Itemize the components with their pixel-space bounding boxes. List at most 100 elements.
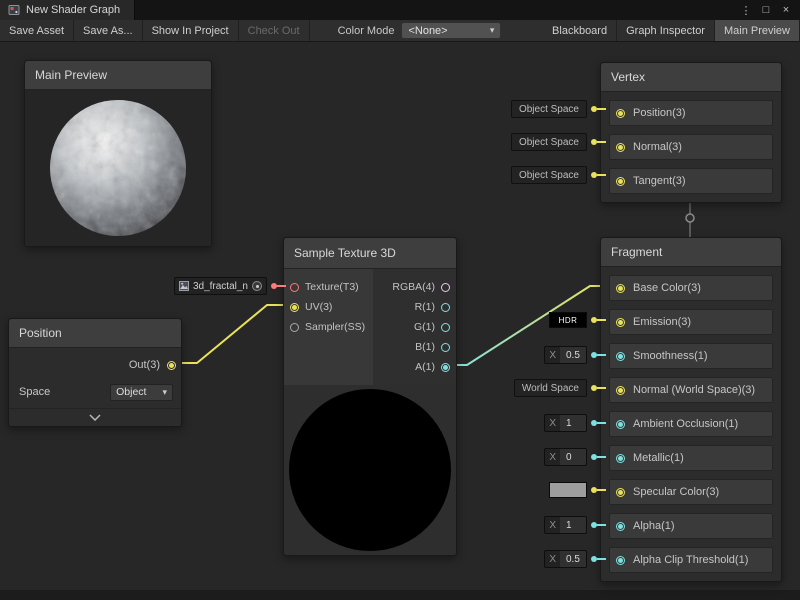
texture-input-port[interactable] (290, 283, 299, 292)
fragment-row-smoothness[interactable]: Smoothness(1) (609, 343, 773, 369)
vertex-row-normal[interactable]: Normal(3) (609, 134, 773, 160)
save-as-button[interactable]: Save As... (74, 20, 143, 41)
main-preview-title[interactable]: Main Preview (25, 61, 211, 90)
float-field[interactable]: X 0 (544, 448, 587, 466)
maximize-icon[interactable]: □ (756, 1, 776, 19)
binding-wire-stub (597, 174, 606, 176)
shader-graph-toolbar: Save Asset Save As... Show In Project Ch… (0, 20, 800, 42)
color-swatch[interactable] (549, 482, 587, 498)
metallic-input-port[interactable] (616, 454, 625, 463)
color-mode-label: Color Mode (338, 25, 395, 37)
normal-input-port[interactable] (616, 143, 625, 152)
fragment-row-alpha[interactable]: Alpha(1) (609, 513, 773, 539)
output-r[interactable]: R(1) (415, 297, 450, 317)
object-picker-icon[interactable] (252, 281, 262, 291)
port-label: RGBA(4) (392, 281, 435, 293)
float-field-value[interactable]: 0.5 (560, 347, 586, 363)
graph-canvas[interactable]: Main Preview (0, 42, 800, 600)
texture-name: 3d_fractal_n (193, 281, 248, 292)
fragment-row-metallic[interactable]: Metallic(1) (609, 445, 773, 471)
main-preview-panel[interactable]: Main Preview (24, 60, 212, 247)
node-collapse-expander[interactable] (9, 408, 181, 426)
graph-inspector-toggle-button[interactable]: Graph Inspector (617, 20, 715, 41)
fragment-row-emission[interactable]: Emission(3) (609, 309, 773, 335)
sampler-input-port[interactable] (290, 323, 299, 332)
binding-wire-stub (597, 387, 606, 389)
smoothness-input-port[interactable] (616, 352, 625, 361)
vertex-node[interactable]: Vertex Position(3) Normal(3) Tangent(3) (600, 62, 782, 203)
float-field[interactable]: X 0.5 (544, 550, 587, 568)
alpha-input-port[interactable] (616, 522, 625, 531)
normal-world-input-port[interactable] (616, 386, 625, 395)
float-field[interactable]: X 1 (544, 414, 587, 432)
fragment-node[interactable]: Fragment Base Color(3) Emission(3) Smoot… (600, 237, 782, 582)
port-label: Ambient Occlusion(1) (633, 418, 738, 430)
tangent-input-port[interactable] (616, 177, 625, 186)
color-mode-dropdown[interactable]: <None> ▾ (401, 22, 501, 39)
space-dropdown[interactable]: Object ▾ (110, 384, 173, 401)
edge-position-out-to-uv[interactable] (170, 305, 292, 363)
vertex-position-binding: Object Space (511, 100, 606, 118)
hdr-color-swatch[interactable]: HDR (549, 312, 587, 328)
sample-node-outputs: RGBA(4) R(1) G(1) B(1) A(1) (373, 269, 456, 385)
emission-hdr-control: HDR (549, 312, 606, 328)
input-sampler[interactable]: Sampler(SS) (290, 317, 373, 337)
output-a[interactable]: A(1) (415, 357, 450, 377)
g-output-port[interactable] (441, 323, 450, 332)
fragment-node-title[interactable]: Fragment (601, 238, 781, 267)
fragment-row-specular-color[interactable]: Specular Color(3) (609, 479, 773, 505)
alpha-clip-threshold-input-port[interactable] (616, 556, 625, 565)
blackboard-toggle-button[interactable]: Blackboard (543, 20, 617, 41)
fragment-row-ambient-occlusion[interactable]: Ambient Occlusion(1) (609, 411, 773, 437)
output-b[interactable]: B(1) (415, 337, 450, 357)
space-binding-pill[interactable]: Object Space (511, 133, 587, 151)
vertex-node-title[interactable]: Vertex (601, 63, 781, 92)
float-field[interactable]: X 1 (544, 516, 587, 534)
fragment-row-base-color[interactable]: Base Color(3) (609, 275, 773, 301)
space-binding-pill[interactable]: Object Space (511, 100, 587, 118)
close-icon[interactable]: × (776, 1, 796, 19)
space-binding-pill[interactable]: Object Space (511, 166, 587, 184)
main-preview-toggle-button[interactable]: Main Preview (715, 20, 800, 41)
texture-object-field-wrap: 3d_fractal_n (174, 277, 286, 295)
sample-texture-3d-node[interactable]: Sample Texture 3D Texture(T3) UV(3) Samp… (283, 237, 457, 556)
float-field[interactable]: X 0.5 (544, 346, 587, 364)
position-input-port[interactable] (616, 109, 625, 118)
input-uv[interactable]: UV(3) (290, 297, 373, 317)
tab-shader-graph[interactable]: New Shader Graph (0, 0, 135, 20)
shader-graph-icon (8, 4, 20, 16)
float-field-value[interactable]: 0.5 (560, 551, 586, 567)
r-output-port[interactable] (441, 303, 450, 312)
float-field-value[interactable]: 1 (560, 415, 586, 431)
fragment-row-normal-world[interactable]: Normal (World Space)(3) (609, 377, 773, 403)
save-asset-button[interactable]: Save Asset (0, 20, 74, 41)
emission-input-port[interactable] (616, 318, 625, 327)
ambient-occlusion-value-field: X 1 (544, 414, 606, 432)
fragment-row-alpha-clip-threshold[interactable]: Alpha Clip Threshold(1) (609, 547, 773, 573)
base-color-input-port[interactable] (616, 284, 625, 293)
out-output-port[interactable] (167, 361, 176, 370)
output-g[interactable]: G(1) (414, 317, 450, 337)
binding-wire-stub (597, 422, 606, 424)
show-in-project-button[interactable]: Show In Project (143, 20, 239, 41)
output-rgba[interactable]: RGBA(4) (392, 277, 450, 297)
space-binding-pill[interactable]: World Space (514, 379, 587, 397)
texture-object-field[interactable]: 3d_fractal_n (174, 277, 267, 295)
b-output-port[interactable] (441, 343, 450, 352)
position-node[interactable]: Position Out(3) Space Object ▾ (8, 318, 182, 427)
menu-icon[interactable]: ⋮ (736, 1, 756, 19)
float-field-value[interactable]: 0 (560, 449, 586, 465)
position-out-row[interactable]: Out(3) (9, 352, 181, 378)
vertex-row-position[interactable]: Position(3) (609, 100, 773, 126)
port-label: Base Color(3) (633, 282, 701, 294)
rgba-output-port[interactable] (441, 283, 450, 292)
float-field-value[interactable]: 1 (560, 517, 586, 533)
input-texture[interactable]: Texture(T3) (290, 277, 373, 297)
sample-node-title[interactable]: Sample Texture 3D (284, 238, 456, 269)
a-output-port[interactable] (441, 363, 450, 372)
vertex-row-tangent[interactable]: Tangent(3) (609, 168, 773, 194)
specular-color-input-port[interactable] (616, 488, 625, 497)
position-node-title[interactable]: Position (9, 319, 181, 348)
ambient-occlusion-input-port[interactable] (616, 420, 625, 429)
uv-input-port[interactable] (290, 303, 299, 312)
